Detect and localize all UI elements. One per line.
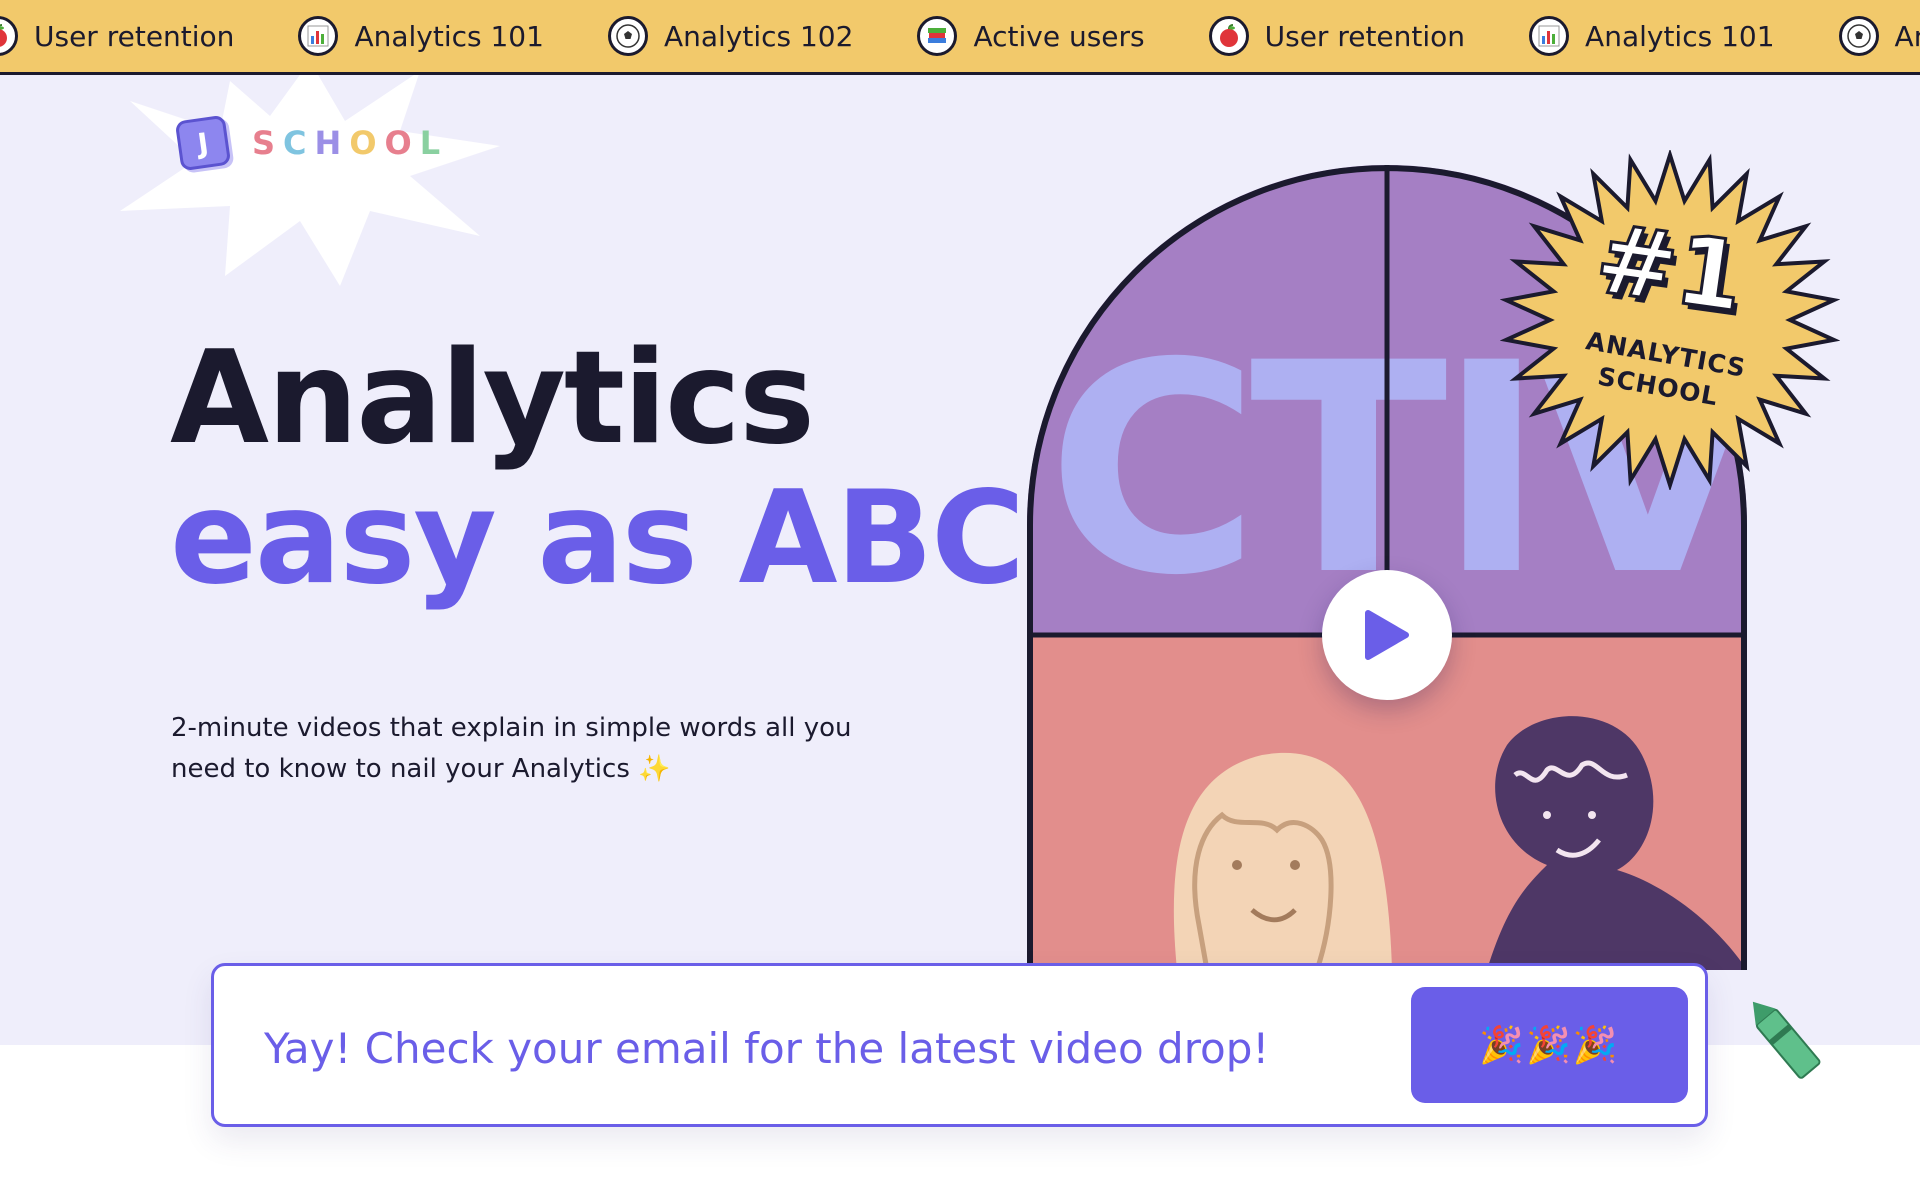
ticker-label: Active users: [973, 19, 1145, 53]
school-logo[interactable]: J SCHOOL: [174, 114, 449, 172]
play-button[interactable]: [1322, 570, 1452, 700]
ticker-label: User retention: [1264, 19, 1466, 53]
ticker-label: Analytic: [1894, 19, 1920, 53]
topic-ticker: User retention Analytics 101 Analytics 1…: [0, 0, 1920, 75]
ticker-item-analytics-101[interactable]: Analytics 101: [298, 16, 544, 56]
ticker-item-analytics-101[interactable]: Analytics 101: [1529, 16, 1775, 56]
bar-chart-icon: [1529, 16, 1570, 56]
ticker-item-user-retention[interactable]: User retention: [0, 16, 234, 56]
logo-mark: J: [174, 114, 232, 172]
ticker-label: Analytics 101: [354, 19, 544, 53]
apple-icon: [1208, 16, 1249, 56]
ticker-item-analytics-102[interactable]: Analytics 102: [607, 16, 854, 56]
apple-icon: [0, 16, 18, 56]
ticker-item-analytics[interactable]: Analytic: [1838, 16, 1920, 56]
ticker-item-active-users[interactable]: Active users: [917, 16, 1145, 56]
subtitle-text: 2-minute videos that explain in simple w…: [171, 713, 852, 784]
sparkle-icon: ✨: [638, 754, 671, 784]
ticker-item-user-retention[interactable]: User retention: [1208, 16, 1466, 56]
ticker-track: User retention Analytics 101 Analytics 1…: [0, 0, 1920, 72]
soccer-ball-icon: [607, 16, 648, 56]
submit-button[interactable]: 🎉🎉🎉: [1411, 987, 1688, 1103]
signup-form: Yay! Check your email for the latest vid…: [211, 963, 1708, 1127]
crayon-icon: [1752, 1001, 1821, 1079]
books-icon: [917, 16, 958, 56]
ticker-label: User retention: [34, 19, 235, 53]
soccer-ball-icon: [1838, 16, 1879, 56]
ticker-label: Analytics 101: [1585, 19, 1775, 53]
headline-line-1: Analytics: [170, 324, 815, 473]
badge-number: #1: [1588, 201, 1752, 335]
logo-wordmark: SCHOOL: [252, 124, 449, 162]
headline-line-2: easy as ABC: [170, 464, 1025, 613]
bar-chart-icon: [298, 16, 339, 56]
hero-subtitle: 2-minute videos that explain in simple w…: [171, 708, 871, 790]
confirmation-message: Yay! Check your email for the latest vid…: [264, 1024, 1270, 1073]
ticker-label: Analytics 102: [663, 19, 854, 53]
play-icon: [1365, 610, 1409, 660]
